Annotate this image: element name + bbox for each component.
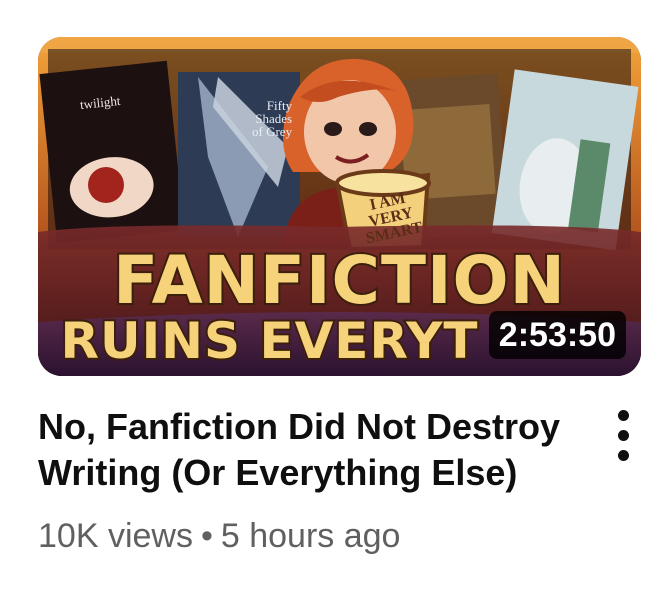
duration-badge: 2:53:50 [488, 311, 626, 359]
more-vert-icon[interactable] [604, 408, 644, 464]
video-thumbnail[interactable]: twilight Fifty Shades of Grey I AM VERY … [38, 37, 641, 376]
upload-age: 5 hours ago [220, 517, 401, 555]
book-title-fifty-l3: of Grey [252, 124, 293, 139]
video-title[interactable]: No, Fanfiction Did Not Destroy Writing (… [38, 404, 578, 496]
book-title-fifty-shades: Fifty Shades of Grey [252, 99, 292, 138]
menu-dot-top [618, 410, 629, 421]
book-cover-illustrated [491, 69, 639, 251]
video-metadata: 10K views • 5 hours ago [38, 513, 400, 559]
metadata-separator: • [200, 517, 213, 555]
book-cover-fifty-shades [178, 72, 300, 237]
book-cover-twilight [39, 60, 185, 244]
menu-dot-bottom [618, 450, 629, 461]
menu-dot-middle [618, 430, 629, 441]
video-card[interactable]: twilight Fifty Shades of Grey I AM VERY … [0, 0, 666, 600]
thumbnail-headline-line1: FANFICTION [111, 240, 567, 321]
view-count: 10K views [38, 517, 193, 555]
